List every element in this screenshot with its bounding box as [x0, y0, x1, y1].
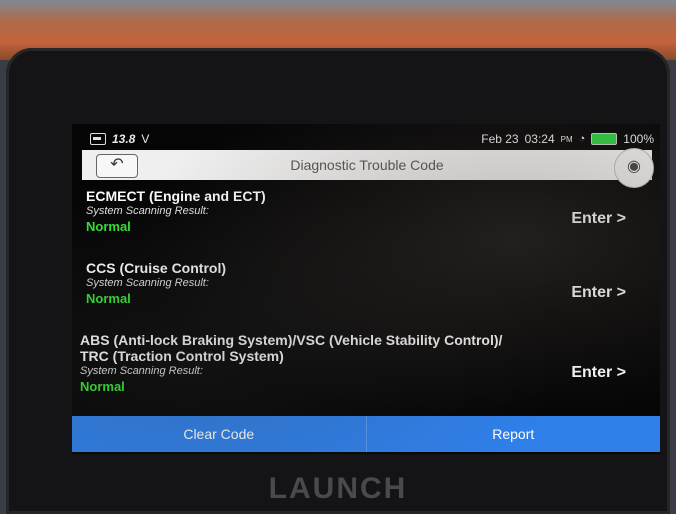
battery-icon — [591, 133, 618, 145]
enter-button[interactable]: Enter > — [571, 284, 626, 302]
scan-result-status: Normal — [80, 379, 125, 394]
page-title: Diagnostic Trouble Code — [290, 157, 444, 173]
voltage-value: 13.8 — [112, 132, 136, 146]
scan-result-status: Normal — [86, 219, 131, 234]
system-name: CCS (Cruise Control) — [86, 260, 226, 276]
system-name-line2: TRC (Traction Control System) — [80, 348, 284, 364]
system-list: ECMECT (Engine and ECT) System Scanning … — [80, 188, 646, 396]
camera-icon: ◉ — [627, 158, 641, 175]
scan-result-label: System Scanning Result: — [80, 365, 203, 377]
status-bar: 13.8 V Feb 23 03:24 PM ◔ 100% — [72, 130, 660, 150]
enter-button[interactable]: Enter > — [571, 364, 626, 382]
voltage-unit: V — [141, 132, 150, 146]
enter-button[interactable]: Enter > — [571, 210, 626, 228]
device-brand-logo: LAUNCH — [268, 472, 408, 505]
status-ampm: PM — [560, 134, 573, 144]
screenshot-button[interactable]: ◉ — [614, 148, 654, 188]
clear-code-button[interactable]: Clear Code — [72, 416, 366, 452]
scan-result-status: Normal — [86, 291, 131, 306]
list-item[interactable]: ECMECT (Engine and ECT) System Scanning … — [86, 188, 646, 260]
wifi-icon: ◔ — [578, 133, 586, 145]
system-name: ABS (Anti-lock Braking System)/VSC (Vehi… — [80, 332, 503, 348]
status-time: 03:24 — [524, 132, 555, 146]
status-date: Feb 23 — [481, 132, 519, 146]
scan-result-label: System Scanning Result: — [86, 205, 209, 217]
list-item[interactable]: ABS (Anti-lock Braking System)/VSC (Vehi… — [80, 332, 646, 396]
title-bar: ↶ Diagnostic Trouble Code ◉ — [82, 148, 654, 188]
scan-result-label: System Scanning Result: — [86, 277, 209, 289]
report-button[interactable]: Report — [365, 416, 661, 452]
vehicle-connector-icon — [90, 133, 106, 145]
list-item[interactable]: CCS (Cruise Control) System Scanning Res… — [86, 260, 646, 332]
system-name: ECMECT (Engine and ECT) — [86, 188, 266, 204]
device-screen: 13.8 V Feb 23 03:24 PM ◔ 100% ↶ Diagnost… — [72, 124, 660, 454]
action-bar: Clear Code Report — [72, 416, 660, 452]
battery-percent: 100% — [623, 132, 654, 146]
